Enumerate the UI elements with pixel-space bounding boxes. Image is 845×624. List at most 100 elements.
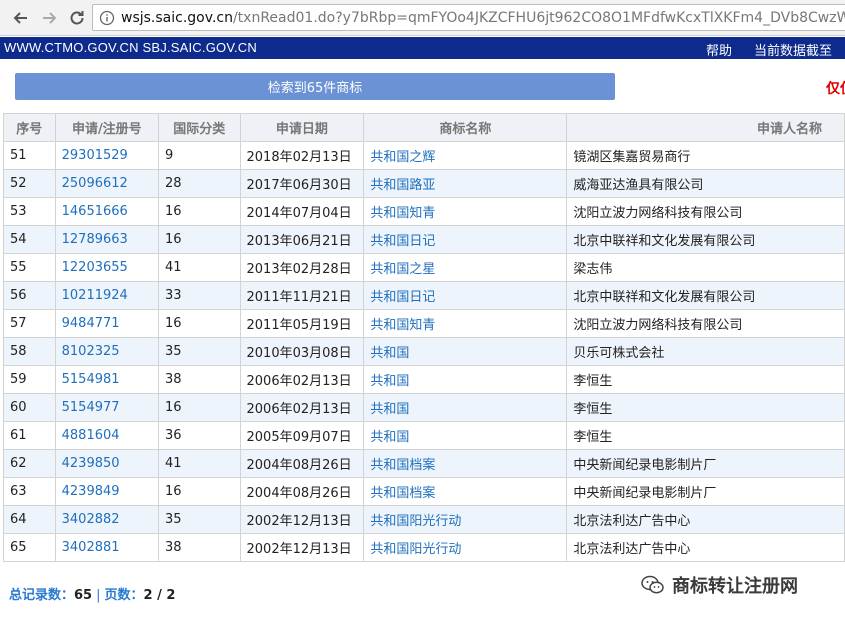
applicant-cell: 北京法利达广告中心 bbox=[566, 505, 845, 534]
info-icon[interactable] bbox=[99, 10, 115, 26]
intl-class-cell: 16 bbox=[158, 225, 241, 254]
applicant-cell: 北京中联祥和文化发展有限公司 bbox=[566, 281, 845, 310]
reg-number-link[interactable]: 9484771 bbox=[54, 309, 160, 338]
applicant-cell: 李恒生 bbox=[566, 365, 845, 394]
applicant-cell: 贝乐可株式会社 bbox=[566, 337, 845, 366]
site-header: WWW.CTMO.GOV.CN SBJ.SAIC.GOV.CN 帮助 当前数据截… bbox=[0, 37, 845, 59]
back-arrow-icon[interactable] bbox=[8, 5, 34, 31]
address-bar[interactable]: wsjs.saic.gov.cn/txnRead01.do?y7bRbp=qmF… bbox=[92, 4, 845, 31]
trademark-name-link[interactable]: 共和国档案 bbox=[363, 449, 568, 478]
wechat-icon bbox=[641, 575, 664, 594]
reg-number-link[interactable]: 4239850 bbox=[54, 449, 160, 478]
reg-number-link[interactable]: 12203655 bbox=[54, 253, 160, 282]
seq-cell: 51 bbox=[3, 141, 56, 170]
seq-cell: 61 bbox=[3, 421, 56, 450]
total-records-label: 总记录数： bbox=[9, 588, 75, 603]
apply-date-cell: 2013年06月21日 bbox=[239, 225, 365, 254]
reg-number-link[interactable]: 29301529 bbox=[54, 141, 160, 170]
table-row: 53 14651666 16 2014年07月04日 共和国知青 沈阳立波力网络科技有限公… bbox=[3, 197, 845, 226]
apply-date-cell: 2004年08月26日 bbox=[239, 477, 365, 506]
apply-date-cell: 2002年12月13日 bbox=[239, 533, 365, 562]
header-seq: 序号 bbox=[3, 113, 56, 142]
help-link[interactable]: 帮助 bbox=[706, 40, 732, 59]
seq-cell: 56 bbox=[3, 281, 56, 310]
table-row: 65 3402881 38 2002年12月13日 共和国阳光行动 北京法利达广告中心 bbox=[3, 533, 845, 562]
reg-number-link[interactable]: 12789663 bbox=[54, 225, 160, 254]
reg-number-link[interactable]: 3402881 bbox=[54, 533, 160, 562]
apply-date-cell: 2005年09月07日 bbox=[239, 421, 365, 450]
apply-date-cell: 2006年02月13日 bbox=[239, 365, 365, 394]
applicant-cell: 威海亚达渔具有限公司 bbox=[566, 169, 845, 198]
results-table: 序号 申请/注册号 国际分类 申请日期 商标名称 申请人名称 51 2930152… bbox=[3, 113, 845, 562]
intl-class-cell: 38 bbox=[158, 533, 241, 562]
applicant-cell: 镜湖区集嘉贸易商行 bbox=[566, 141, 845, 170]
intl-class-cell: 33 bbox=[158, 281, 241, 310]
intl-class-cell: 28 bbox=[158, 169, 241, 198]
table-row: 56 10211924 33 2011年11月21日 共和国日记 北京中联祥和文化发展有限… bbox=[3, 281, 845, 310]
trademark-name-link[interactable]: 共和国之星 bbox=[363, 253, 568, 282]
trademark-name-link[interactable]: 共和国日记 bbox=[363, 225, 568, 254]
apply-date-cell: 2011年05月19日 bbox=[239, 309, 365, 338]
table-row: 57 9484771 16 2011年05月19日 共和国知青 沈阳立波力网络科技有限公司 bbox=[3, 309, 845, 338]
trademark-name-link[interactable]: 共和国之辉 bbox=[363, 141, 568, 170]
reg-number-link[interactable]: 5154981 bbox=[54, 365, 160, 394]
table-row: 62 4239850 41 2004年08月26日 共和国档案 中央新闻纪录电影制片厂 bbox=[3, 449, 845, 478]
trademark-name-link[interactable]: 共和国知青 bbox=[363, 309, 568, 338]
apply-date-cell: 2017年06月30日 bbox=[239, 169, 365, 198]
reload-icon[interactable] bbox=[64, 5, 90, 31]
trademark-name-link[interactable]: 共和国 bbox=[363, 365, 568, 394]
url-host: wsjs.saic.gov.cn bbox=[121, 9, 233, 26]
applicant-cell: 中央新闻纪录电影制片厂 bbox=[566, 449, 845, 478]
trademark-name-link[interactable]: 共和国日记 bbox=[363, 281, 568, 310]
trademark-name-link[interactable]: 共和国路亚 bbox=[363, 169, 568, 198]
applicant-cell: 沈阳立波力网络科技有限公司 bbox=[566, 309, 845, 338]
trademark-name-link[interactable]: 共和国档案 bbox=[363, 477, 568, 506]
trademark-name-link[interactable]: 共和国知青 bbox=[363, 197, 568, 226]
seq-cell: 58 bbox=[3, 337, 56, 366]
site-domains: WWW.CTMO.GOV.CN SBJ.SAIC.GOV.CN bbox=[4, 40, 257, 55]
apply-date-cell: 2013年02月28日 bbox=[239, 253, 365, 282]
trademark-name-link[interactable]: 共和国阳光行动 bbox=[363, 533, 568, 562]
forward-arrow-icon[interactable] bbox=[36, 5, 62, 31]
applicant-cell: 沈阳立波力网络科技有限公司 bbox=[566, 197, 845, 226]
url-path: /txnRead01.do?y7bRbp=qmFYOo4JKZCFHU6jt96… bbox=[232, 9, 845, 26]
reg-number-link[interactable]: 14651666 bbox=[54, 197, 160, 226]
reg-number-link[interactable]: 8102325 bbox=[54, 337, 160, 366]
summary-separator: | bbox=[96, 588, 101, 603]
header-trademark-name: 商标名称 bbox=[363, 113, 568, 142]
reg-number-link[interactable]: 3402882 bbox=[54, 505, 160, 534]
intl-class-cell: 35 bbox=[158, 337, 241, 366]
seq-cell: 54 bbox=[3, 225, 56, 254]
trademark-name-link[interactable]: 共和国阳光行动 bbox=[363, 505, 568, 534]
apply-date-cell: 2011年11月21日 bbox=[239, 281, 365, 310]
seq-cell: 60 bbox=[3, 393, 56, 422]
seq-cell: 55 bbox=[3, 253, 56, 282]
seq-cell: 63 bbox=[3, 477, 56, 506]
reg-number-link[interactable]: 5154977 bbox=[54, 393, 160, 422]
table-row: 60 5154977 16 2006年02月13日 共和国 李恒生 bbox=[3, 393, 845, 422]
reg-number-link[interactable]: 4881604 bbox=[54, 421, 160, 450]
table-row: 55 12203655 41 2013年02月28日 共和国之星 梁志伟 bbox=[3, 253, 845, 282]
reg-number-link[interactable]: 4239849 bbox=[54, 477, 160, 506]
reg-number-link[interactable]: 10211924 bbox=[54, 281, 160, 310]
trademark-name-link[interactable]: 共和国 bbox=[363, 421, 568, 450]
applicant-cell: 北京法利达广告中心 bbox=[566, 533, 845, 562]
table-header-row: 序号 申请/注册号 国际分类 申请日期 商标名称 申请人名称 bbox=[3, 113, 845, 142]
intl-class-cell: 16 bbox=[158, 309, 241, 338]
applicant-cell: 北京中联祥和文化发展有限公司 bbox=[566, 225, 845, 254]
applicant-cell: 李恒生 bbox=[566, 393, 845, 422]
pagination-summary: 总记录数：65 | 页数：2 / 2 bbox=[9, 584, 175, 603]
applicant-cell: 中央新闻纪录电影制片厂 bbox=[566, 477, 845, 506]
pages-value: 2 / 2 bbox=[143, 588, 176, 603]
seq-cell: 62 bbox=[3, 449, 56, 478]
trademark-name-link[interactable]: 共和国 bbox=[363, 393, 568, 422]
seq-cell: 53 bbox=[3, 197, 56, 226]
seq-cell: 64 bbox=[3, 505, 56, 534]
intl-class-cell: 9 bbox=[158, 141, 241, 170]
applicant-cell: 李恒生 bbox=[566, 421, 845, 450]
trademark-name-link[interactable]: 共和国 bbox=[363, 337, 568, 366]
header-reg-number: 申请/注册号 bbox=[54, 113, 160, 142]
reg-number-link[interactable]: 25096612 bbox=[54, 169, 160, 198]
intl-class-cell: 38 bbox=[158, 365, 241, 394]
table-row: 54 12789663 16 2013年06月21日 共和国日记 北京中联祥和文化发展有限… bbox=[3, 225, 845, 254]
